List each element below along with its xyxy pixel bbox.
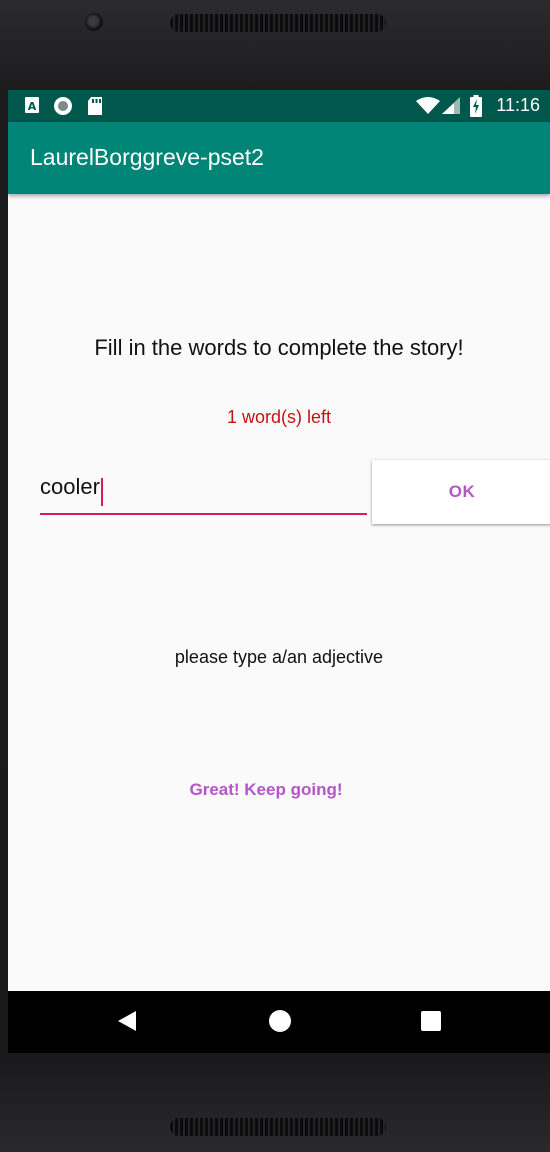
recents-icon[interactable] <box>421 1011 441 1036</box>
instruction-text: Fill in the words to complete the story! <box>94 335 464 360</box>
wifi-icon <box>416 97 440 120</box>
ok-button[interactable]: OK <box>372 460 550 524</box>
device-frame: A 11:16 LaurelBorggreve-pset2 Fill in th… <box>0 0 550 1152</box>
sync-circle-icon <box>53 96 73 121</box>
encouragement-text: Great! Keep going! <box>189 780 343 799</box>
status-bar: A 11:16 <box>8 90 550 122</box>
home-icon[interactable] <box>268 1009 292 1038</box>
app-bar: LaurelBorggreve-pset2 <box>8 122 550 194</box>
word-input[interactable] <box>40 464 367 510</box>
earpiece-speaker <box>170 14 386 32</box>
words-left-counter: 1 word(s) left <box>226 407 332 427</box>
text-a-icon: A <box>24 96 40 119</box>
text-cursor <box>101 478 103 506</box>
screen: A 11:16 LaurelBorggreve-pset2 Fill in th… <box>8 90 550 1053</box>
front-camera <box>85 13 103 31</box>
input-underline <box>40 513 367 515</box>
bottom-speaker <box>170 1118 386 1136</box>
svg-text:A: A <box>28 100 37 113</box>
cell-signal-icon <box>442 97 462 120</box>
word-type-hint: please type a/an adjective <box>174 647 384 667</box>
back-icon[interactable] <box>116 1009 138 1038</box>
sd-card-icon <box>87 96 103 121</box>
word-input-container <box>40 464 367 516</box>
navigation-bar <box>8 991 550 1053</box>
status-time: 11:16 <box>496 95 540 115</box>
battery-charging-icon <box>470 95 482 122</box>
main-content: Fill in the words to complete the story!… <box>8 194 550 991</box>
app-title: LaurelBorggreve-pset2 <box>30 144 264 170</box>
